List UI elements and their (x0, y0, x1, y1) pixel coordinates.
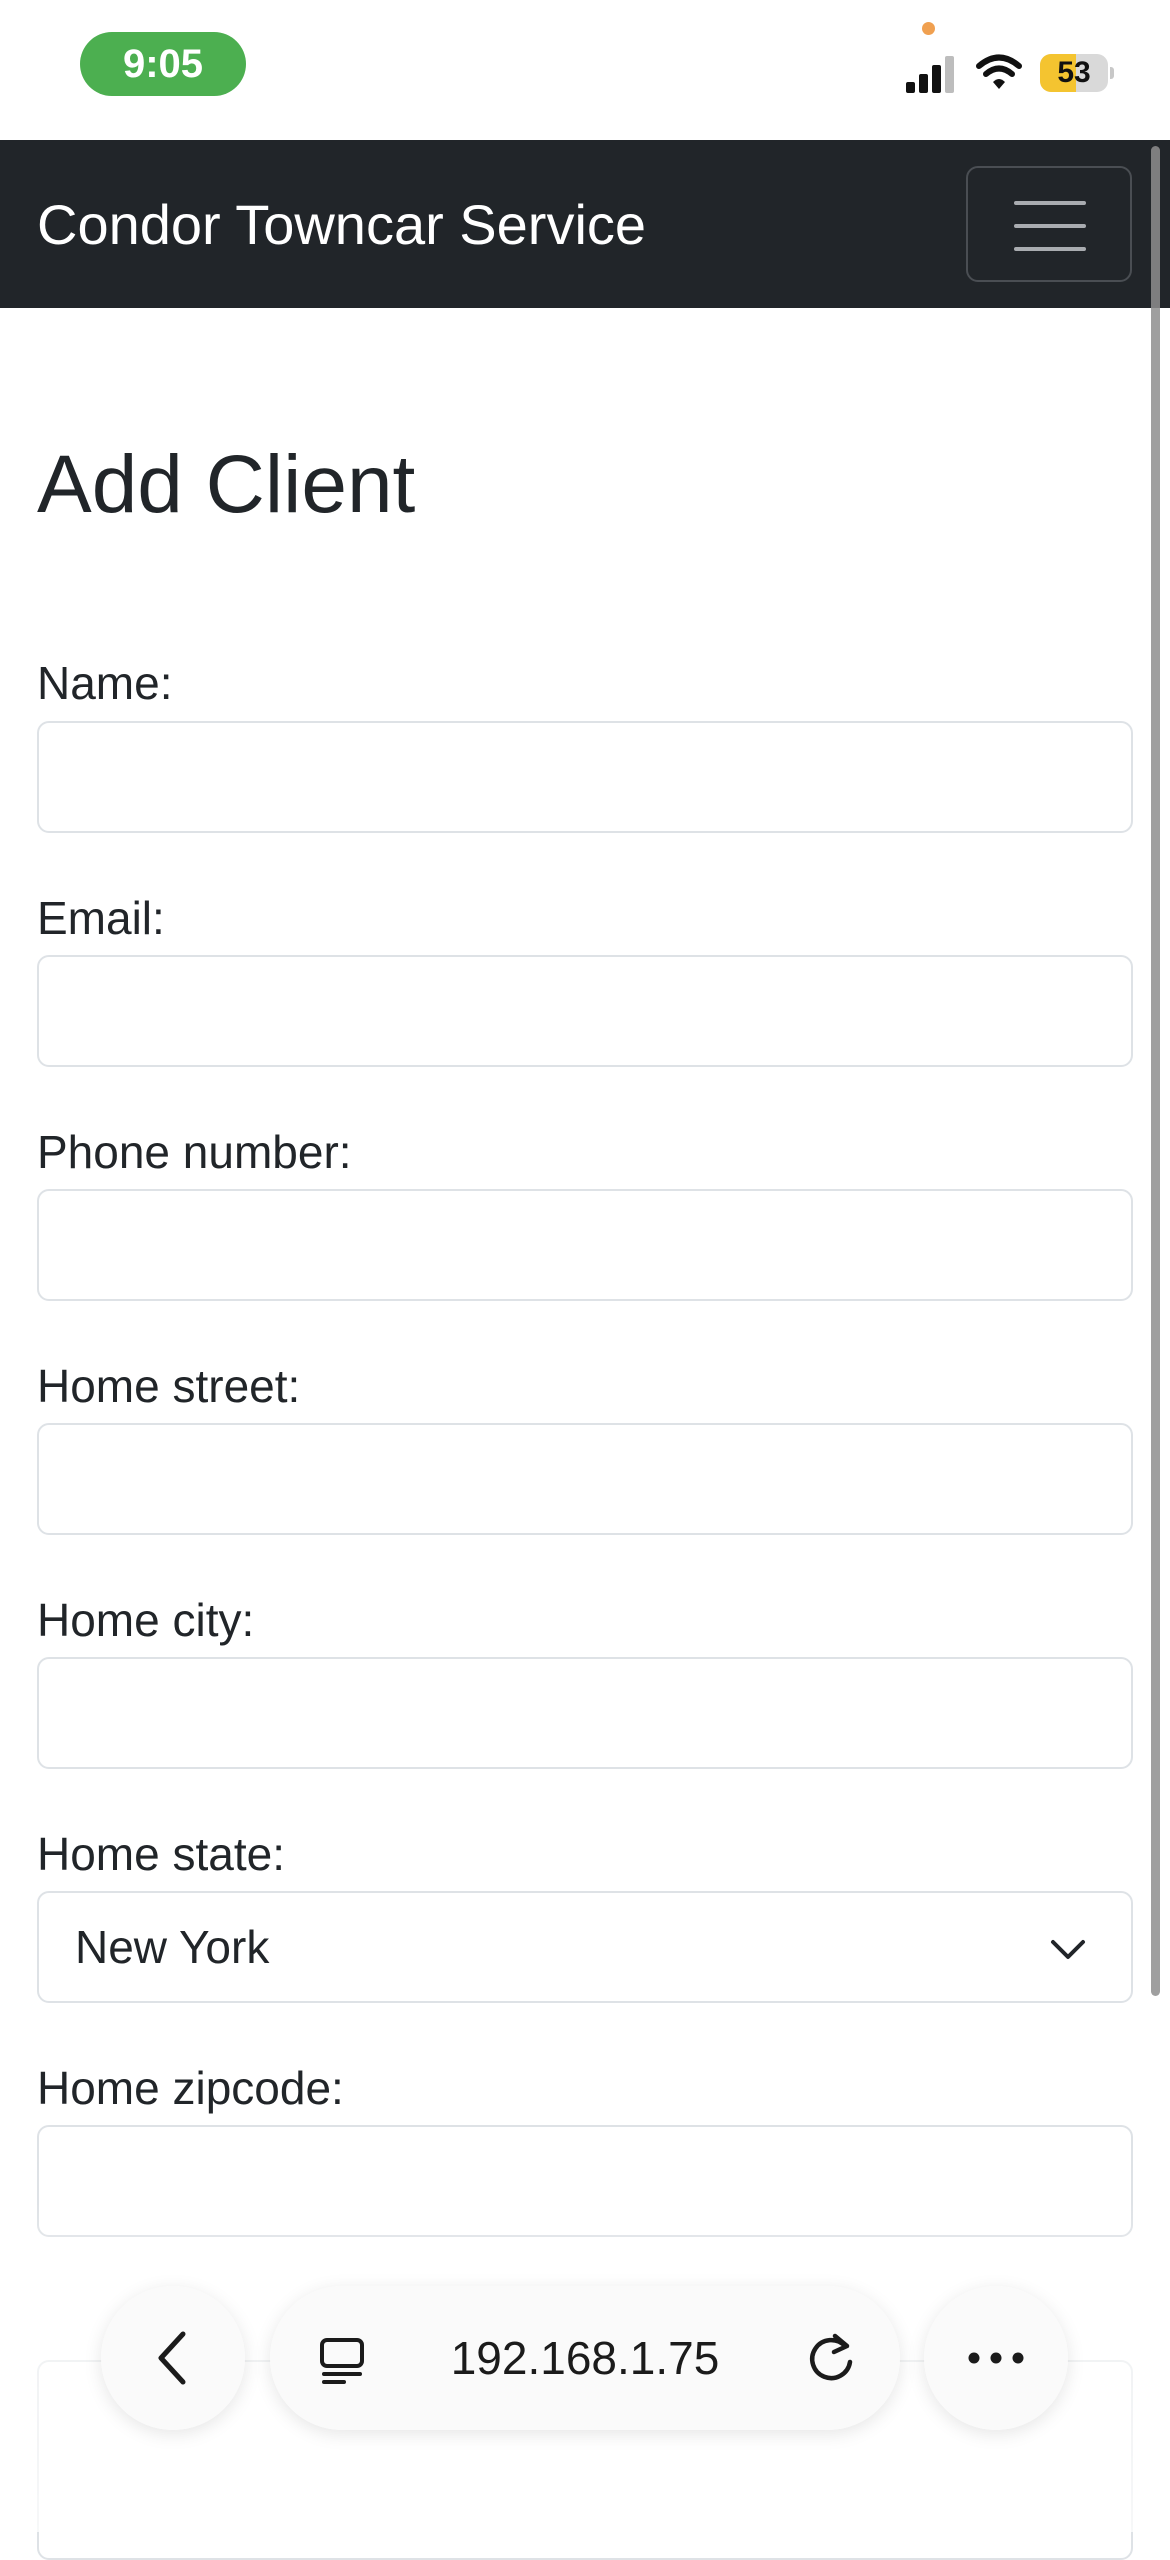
home-street-input[interactable] (37, 1423, 1133, 1535)
page-scrollbar[interactable] (1151, 146, 1160, 1996)
battery-cap (1110, 67, 1114, 79)
wifi-icon (976, 54, 1022, 89)
chevron-down-icon (1051, 1940, 1085, 1959)
name-input[interactable] (37, 721, 1133, 833)
address-bar[interactable]: 192.168.1.75 (270, 2286, 900, 2430)
status-time: 9:05 (80, 32, 246, 96)
battery-body: 53 (1040, 54, 1108, 92)
home-state-selected-value: New York (75, 1921, 270, 1973)
home-state-label: Home state: (37, 1828, 285, 1880)
name-label: Name: (37, 657, 173, 709)
more-icon (968, 2352, 1024, 2364)
email-input[interactable] (37, 955, 1133, 1067)
cellular-signal-icon (906, 56, 954, 93)
home-state-select[interactable]: New York (37, 1891, 1133, 2003)
phone-label: Phone number: (37, 1126, 352, 1178)
page-title: Add Client (37, 439, 416, 530)
home-zipcode-label: Home zipcode: (37, 2062, 344, 2114)
more-options-button[interactable] (924, 2286, 1068, 2430)
navbar-toggler-button[interactable] (966, 166, 1132, 282)
home-city-input[interactable] (37, 1657, 1133, 1769)
privacy-indicator-dot (922, 22, 935, 35)
home-street-label: Home street: (37, 1360, 301, 1412)
reload-icon[interactable] (805, 2332, 857, 2384)
email-label: Email: (37, 892, 165, 944)
home-city-label: Home city: (37, 1594, 255, 1646)
navbar-brand[interactable]: Condor Towncar Service (37, 140, 646, 308)
battery-level: 53 (1057, 56, 1091, 89)
phone-input[interactable] (37, 1189, 1133, 1301)
back-button[interactable] (101, 2286, 245, 2430)
chevron-left-icon (158, 2331, 186, 2385)
status-bar: 9:05 53 (0, 0, 1170, 140)
battery-indicator: 53 (1040, 54, 1114, 92)
navbar: Condor Towncar Service (0, 140, 1170, 308)
browser-toolbar: 192.168.1.75 (0, 2280, 1170, 2430)
hamburger-icon (1014, 201, 1086, 251)
